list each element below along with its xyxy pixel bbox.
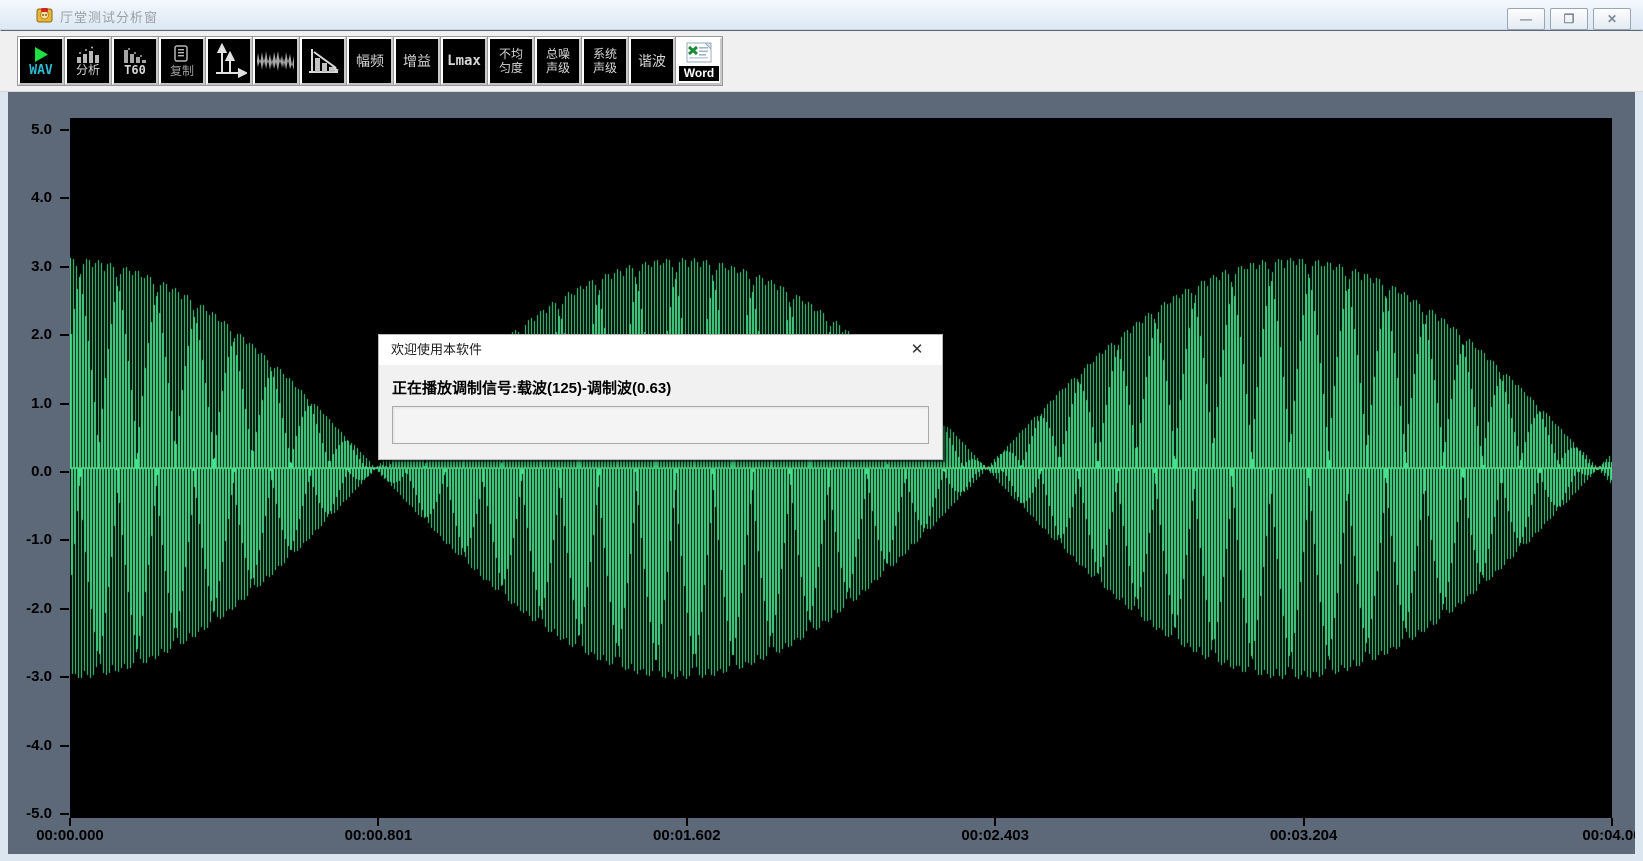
window-title: 厅堂测试分析窗 [60, 7, 158, 26]
window-edge-bottom [0, 854, 1643, 861]
bar-chart-rise-icon [74, 46, 102, 63]
close-button[interactable]: ✕ [1593, 8, 1631, 30]
toolbar-button-lmax[interactable]: Lmax [441, 37, 487, 85]
toolbar-button-system-level[interactable]: 系统 声级 [582, 37, 628, 85]
y-axis-tick [60, 676, 69, 678]
x-axis-tick [377, 818, 379, 826]
dialog-message: 正在播放调制信号:载波(125)-调制波(0.63) [392, 377, 671, 398]
window-edge-left [0, 92, 8, 861]
toolbar-button-word-export[interactable]: Word [676, 37, 722, 85]
minimize-button[interactable]: — [1507, 8, 1545, 30]
y-axis-tick [60, 129, 69, 131]
toolbar-button-harmonics[interactable]: 谐波 [629, 37, 675, 85]
y-axis-tick [60, 813, 69, 815]
toolbar-button-wav-play[interactable]: WAV [18, 37, 64, 85]
toolbar-button-copy[interactable]: 复制 [159, 37, 205, 85]
y-axis-tick [60, 539, 69, 541]
x-axis-label: 00:00.801 [313, 827, 443, 844]
toolbar-button-freq-response[interactable]: 幅频 [347, 37, 393, 85]
welcome-dialog: 欢迎使用本软件 ✕ 正在播放调制信号:载波(125)-调制波(0.63) [378, 334, 943, 460]
toolbar: WAV 分析 [0, 31, 1643, 92]
toolbar-button-total-noise[interactable]: 总噪 声级 [535, 37, 581, 85]
window-controls: — ❐ ✕ [1507, 8, 1631, 30]
toolbar-button-t60[interactable]: T60 [112, 37, 158, 85]
x-axis-tick [1303, 818, 1305, 826]
play-icon [32, 46, 50, 63]
copy-doc-icon [171, 45, 193, 64]
x-axis-label: 00:04.00 [1547, 827, 1643, 844]
toolbar-button-waveform-view[interactable] [253, 37, 299, 85]
dialog-close-icon[interactable]: ✕ [904, 339, 930, 361]
decay-bars-icon [121, 46, 149, 63]
dialog-title: 欢迎使用本软件 [379, 335, 942, 365]
bars-decline-icon [305, 46, 341, 76]
toolbar-button-axes[interactable] [206, 37, 252, 85]
toolbar-button-gain[interactable]: 增益 [394, 37, 440, 85]
y-axis-tick [60, 471, 69, 473]
y-axis-tick [60, 608, 69, 610]
app-window: 厅堂测试分析窗 — ❐ ✕ WAV [0, 0, 1643, 861]
waveform-canvas [70, 118, 1612, 818]
app-icon [36, 7, 54, 23]
toolbar-button-analyze[interactable]: 分析 [65, 37, 111, 85]
toolbar-button-uniformity[interactable]: 不均 匀度 [488, 37, 534, 85]
title-bar: 厅堂测试分析窗 — ❐ ✕ [0, 0, 1643, 30]
word-doc-icon [685, 42, 713, 64]
waveform-plot [70, 118, 1612, 818]
x-axis-label: 00:01.602 [622, 827, 752, 844]
word-label: Word [679, 66, 719, 81]
toolbar-button-spectrum-decay[interactable] [300, 37, 346, 85]
progress-field [392, 406, 929, 444]
y-axis-tick [60, 197, 69, 199]
x-axis-tick [994, 818, 996, 826]
x-axis-label: 00:02.403 [930, 827, 1060, 844]
noise-waveform-icon [257, 48, 295, 74]
window-edge-right [1635, 92, 1643, 861]
x-axis-label: 00:00.000 [5, 827, 135, 844]
x-axis-tick [686, 818, 688, 826]
x-axis-tick [1611, 818, 1613, 826]
y-axis-tick [60, 403, 69, 405]
x-axis-tick [69, 818, 71, 826]
y-axis-tick [60, 334, 69, 336]
y-axis-tick [60, 745, 69, 747]
x-axis-label: 00:03.204 [1239, 827, 1369, 844]
maximize-button[interactable]: ❐ [1550, 8, 1588, 30]
axes-icon [211, 43, 247, 79]
y-axis-tick [60, 266, 69, 268]
